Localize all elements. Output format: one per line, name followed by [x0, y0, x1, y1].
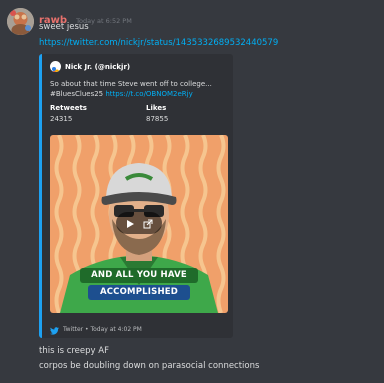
message-text-3: corpos be doubling down on parasocial co…	[39, 361, 260, 371]
embed-desc-line-2: #BluesClues25 https://t.co/OBNOM2eRjy	[50, 89, 212, 99]
field-name: Likes	[146, 104, 167, 112]
embed-video-thumbnail[interactable]: AND ALL YOU HAVE ACCOMPLISHED	[50, 135, 228, 313]
open-external-icon[interactable]	[143, 214, 153, 233]
twitter-embed: Nick Jr. (@nickjr) So about that time St…	[39, 54, 233, 338]
embed-footer-text: Twitter • Today at 4:02 PM	[63, 326, 142, 333]
message-text-2: this is creepy AF	[39, 346, 109, 356]
video-caption-line-2: ACCOMPLISHED	[99, 287, 179, 297]
embed-field-retweets: Retweets 24315	[50, 104, 87, 123]
short-link[interactable]: https://t.co/OBNOM2eRjy	[105, 90, 192, 98]
embed-field-likes: Likes 87855	[146, 104, 168, 123]
field-value: 24315	[50, 115, 73, 123]
nick-jr-logo-icon	[50, 61, 61, 72]
field-value: 87855	[146, 115, 169, 123]
embed-footer: Twitter • Today at 4:02 PM	[50, 320, 142, 339]
chat-message: rawb Today at 6:52 PM sweet jesus https:…	[0, 0, 384, 383]
message-text: sweet jesus	[39, 22, 89, 32]
user-avatar[interactable]	[7, 8, 34, 35]
tweet-link[interactable]: https://twitter.com/nickjr/status/143533…	[39, 38, 278, 48]
embed-desc-line: So about that time Steve went off to col…	[50, 80, 212, 88]
hashtag-link[interactable]: #BluesClues25	[50, 90, 103, 98]
video-controls[interactable]	[116, 212, 162, 234]
embed-author-name: Nick Jr. (@nickjr)	[65, 62, 131, 71]
twitter-icon	[50, 320, 59, 339]
video-caption-line-1: AND ALL YOU HAVE	[91, 270, 187, 280]
embed-author[interactable]: Nick Jr. (@nickjr)	[50, 61, 130, 72]
play-icon[interactable]	[125, 214, 135, 233]
embed-description: So about that time Steve went off to col…	[50, 79, 212, 99]
field-name: Retweets	[50, 104, 87, 112]
